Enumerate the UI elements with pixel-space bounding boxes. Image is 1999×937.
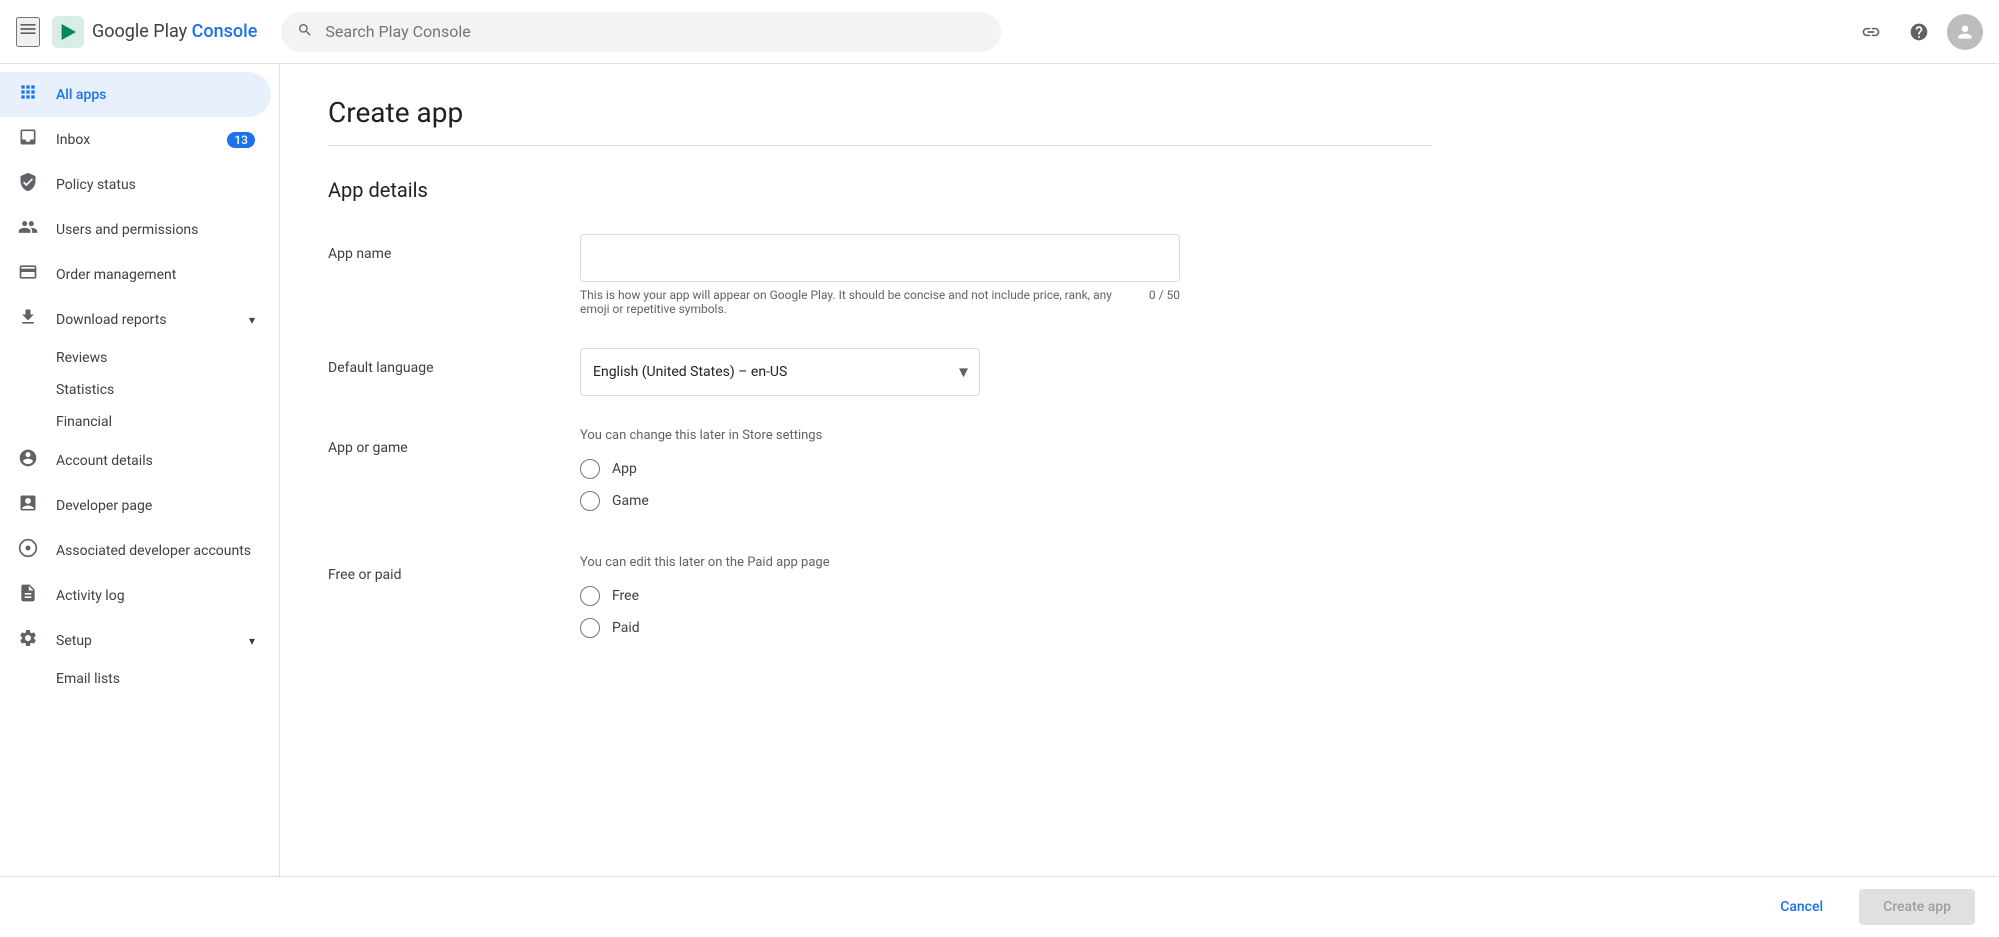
free-or-paid-hint: You can edit this later on the Paid app … [580, 555, 1432, 570]
app-or-game-hint: You can change this later in Store setti… [580, 428, 1432, 443]
language-select[interactable]: English (United States) – en-US Spanish … [580, 348, 980, 396]
radio-free[interactable]: Free [580, 586, 1432, 606]
free-or-paid-row: Free or paid You can edit this later on … [328, 555, 1432, 650]
sidebar-item-developer-page[interactable]: Developer page [0, 483, 271, 528]
sidebar-item-setup[interactable]: Setup ▾ [0, 618, 271, 663]
app-name-char-count: 0 / 50 [1149, 288, 1180, 316]
sidebar-label-order: Order management [56, 267, 176, 283]
sidebar-item-users-permissions[interactable]: Users and permissions [0, 207, 271, 252]
app-name-hint-row: This is how your app will appear on Goog… [580, 288, 1180, 316]
all-apps-icon [16, 82, 40, 107]
logo-text: Google Play Console [92, 21, 257, 42]
avatar[interactable] [1947, 14, 1983, 50]
sidebar-item-account-details[interactable]: Account details [0, 438, 271, 483]
setup-collapse-icon: ▾ [249, 634, 255, 648]
sidebar-item-activity-log[interactable]: Activity log [0, 573, 271, 618]
sidebar-item-associated-dev[interactable]: Associated developer accounts [0, 528, 271, 573]
app-name-control: This is how your app will appear on Goog… [580, 234, 1432, 316]
sidebar-sub-item-reviews[interactable]: Reviews [0, 342, 271, 374]
sidebar-label-activity: Activity log [56, 588, 125, 604]
sidebar-item-inbox[interactable]: Inbox 13 [0, 117, 271, 162]
sidebar-label-all-apps: All apps [56, 87, 106, 103]
sidebar-sub-item-statistics[interactable]: Statistics [0, 374, 271, 406]
app-name-row: App name This is how your app will appea… [328, 234, 1432, 316]
app-or-game-label: App or game [328, 428, 548, 456]
body-layout: All apps Inbox 13 Policy status [0, 64, 1999, 876]
order-icon [16, 262, 40, 287]
sidebar-label-statistics: Statistics [56, 382, 114, 398]
main-content-area: Create app App details App name This is … [280, 64, 1999, 876]
sidebar-label-reviews: Reviews [56, 350, 107, 366]
cancel-button[interactable]: Cancel [1756, 889, 1847, 925]
activity-log-icon [16, 583, 40, 608]
radio-free-input[interactable] [580, 586, 600, 606]
create-app-button[interactable]: Create app [1859, 889, 1975, 925]
search-icon [297, 22, 313, 42]
header-logo: Google Play Console [52, 16, 257, 48]
footer: Cancel Create app [0, 876, 1999, 937]
download-reports-collapse-icon: ▾ [249, 313, 255, 327]
app-or-game-row: App or game You can change this later in… [328, 428, 1432, 523]
language-label: Default language [328, 348, 548, 376]
radio-app-input[interactable] [580, 459, 600, 479]
help-icon-button[interactable] [1899, 12, 1939, 52]
sidebar-label-download: Download reports [56, 312, 167, 328]
title-divider [328, 145, 1432, 146]
menu-icon[interactable] [16, 17, 40, 47]
free-or-paid-label: Free or paid [328, 555, 548, 583]
play-console-logo-icon [52, 16, 84, 48]
radio-game-label: Game [612, 493, 649, 509]
radio-paid-label: Paid [612, 620, 640, 636]
app-or-game-control: You can change this later in Store setti… [580, 428, 1432, 523]
header: Google Play Console [0, 0, 1999, 64]
search-bar[interactable] [281, 12, 1001, 52]
sidebar-label-developer: Developer page [56, 498, 152, 514]
sidebar-label-users: Users and permissions [56, 222, 198, 238]
app-name-input[interactable] [580, 234, 1180, 282]
search-input[interactable] [325, 22, 985, 41]
radio-paid[interactable]: Paid [580, 618, 1432, 638]
radio-paid-input[interactable] [580, 618, 600, 638]
free-or-paid-control: You can edit this later on the Paid app … [580, 555, 1432, 650]
radio-free-label: Free [612, 588, 639, 604]
sidebar-label-inbox: Inbox [56, 132, 90, 148]
link-icon-button[interactable] [1851, 12, 1891, 52]
radio-game[interactable]: Game [580, 491, 1432, 511]
sidebar-label-associated: Associated developer accounts [56, 543, 251, 559]
sidebar-item-all-apps[interactable]: All apps [0, 72, 271, 117]
sidebar-label-policy: Policy status [56, 177, 136, 193]
download-icon [16, 307, 40, 332]
app-name-hint: This is how your app will appear on Goog… [580, 288, 1141, 316]
inbox-icon [16, 127, 40, 152]
app-name-label: App name [328, 234, 548, 262]
radio-app[interactable]: App [580, 459, 1432, 479]
sidebar-label-setup: Setup [56, 633, 92, 649]
users-icon [16, 217, 40, 242]
sidebar: All apps Inbox 13 Policy status [0, 64, 280, 876]
setup-icon [16, 628, 40, 653]
section-title: App details [328, 178, 1432, 202]
header-actions [1851, 12, 1983, 52]
language-select-wrapper: English (United States) – en-US Spanish … [580, 348, 980, 396]
sidebar-label-financial: Financial [56, 414, 112, 430]
sidebar-label-email-lists: Email lists [56, 671, 120, 687]
sidebar-sub-item-email-lists[interactable]: Email lists [0, 663, 271, 695]
account-icon [16, 448, 40, 473]
radio-game-input[interactable] [580, 491, 600, 511]
developer-icon [16, 493, 40, 518]
policy-icon [16, 172, 40, 197]
sidebar-label-account: Account details [56, 453, 153, 469]
language-control: English (United States) – en-US Spanish … [580, 348, 1432, 396]
language-row: Default language English (United States)… [328, 348, 1432, 396]
inbox-badge: 13 [227, 132, 255, 148]
sidebar-item-order-management[interactable]: Order management [0, 252, 271, 297]
page-title: Create app [328, 96, 1432, 129]
radio-app-label: App [612, 461, 637, 477]
sidebar-item-download-reports[interactable]: Download reports ▾ [0, 297, 271, 342]
sidebar-item-policy-status[interactable]: Policy status [0, 162, 271, 207]
associated-dev-icon [16, 538, 40, 563]
sidebar-sub-item-financial[interactable]: Financial [0, 406, 271, 438]
